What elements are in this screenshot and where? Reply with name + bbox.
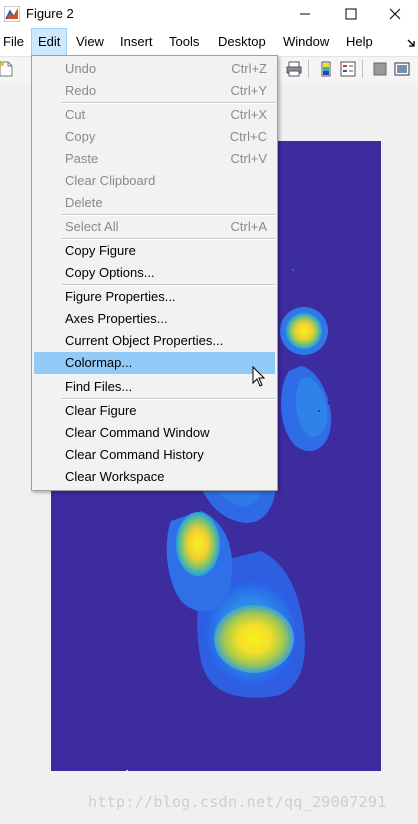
title-bar: Figure 2 <box>0 0 418 28</box>
menu-tools[interactable]: Tools <box>163 28 205 56</box>
toolbar-separator <box>362 60 363 78</box>
menu-bar: File Edit View Insert Tools Desktop Wind… <box>0 28 418 56</box>
matlab-figure-icon <box>4 6 20 22</box>
watermark: http://blog.csdn.net/qq_29007291 <box>88 793 387 811</box>
menu-item-axes-properties[interactable]: Axes Properties... <box>34 308 275 330</box>
menu-item-colormap[interactable]: Colormap... <box>34 352 275 374</box>
menu-file[interactable]: File <box>0 28 30 56</box>
minimize-button[interactable] <box>282 0 328 28</box>
menu-item-clear-command-window[interactable]: Clear Command Window <box>34 422 275 444</box>
maximize-icon <box>345 8 357 20</box>
menu-item-current-object-properties[interactable]: Current Object Properties... <box>34 330 275 352</box>
print-icon[interactable] <box>286 61 302 77</box>
menu-desktop[interactable]: Desktop <box>212 28 272 56</box>
menu-item-cut[interactable]: Cut Ctrl+X <box>34 104 275 126</box>
menu-item-clear-command-history[interactable]: Clear Command History <box>34 444 275 466</box>
window-title: Figure 2 <box>26 6 74 21</box>
close-icon <box>389 8 401 20</box>
legend-icon[interactable] <box>340 61 356 77</box>
menu-item-clear-figure[interactable]: Clear Figure <box>34 400 275 422</box>
show-plot-tools-icon[interactable] <box>394 61 410 77</box>
menu-help[interactable]: Help <box>340 28 379 56</box>
menu-item-undo[interactable]: Undo Ctrl+Z <box>34 58 275 80</box>
edit-menu-dropdown: Undo Ctrl+Z Redo Ctrl+Y Cut Ctrl+X Copy … <box>31 55 278 491</box>
colorbar-icon[interactable] <box>318 61 334 77</box>
toolbar-separator <box>308 60 309 78</box>
close-button[interactable] <box>372 0 418 28</box>
menu-item-select-all[interactable]: Select All Ctrl+A <box>34 216 275 238</box>
menu-item-delete[interactable]: Delete <box>34 192 275 214</box>
menu-window[interactable]: Window <box>277 28 335 56</box>
menu-view[interactable]: View <box>70 28 110 56</box>
new-figure-icon[interactable] <box>0 61 14 77</box>
mouse-cursor-icon <box>252 366 266 387</box>
menu-item-clear-clipboard[interactable]: Clear Clipboard <box>34 170 275 192</box>
menu-item-figure-properties[interactable]: Figure Properties... <box>34 286 275 308</box>
menu-item-copy-figure[interactable]: Copy Figure <box>34 240 275 262</box>
hide-plot-tools-icon[interactable] <box>372 61 388 77</box>
maximize-button[interactable] <box>328 0 374 28</box>
chevron-right-icon[interactable] <box>406 36 418 48</box>
menu-item-copy[interactable]: Copy Ctrl+C <box>34 126 275 148</box>
minimize-icon <box>300 13 310 15</box>
menu-item-copy-options[interactable]: Copy Options... <box>34 262 275 284</box>
menu-item-paste[interactable]: Paste Ctrl+V <box>34 148 275 170</box>
menu-edit[interactable]: Edit <box>31 28 68 56</box>
menu-item-clear-workspace[interactable]: Clear Workspace <box>34 466 275 488</box>
menu-item-redo[interactable]: Redo Ctrl+Y <box>34 80 275 102</box>
menu-item-find-files[interactable]: Find Files... <box>34 376 275 398</box>
menu-insert[interactable]: Insert <box>114 28 159 56</box>
